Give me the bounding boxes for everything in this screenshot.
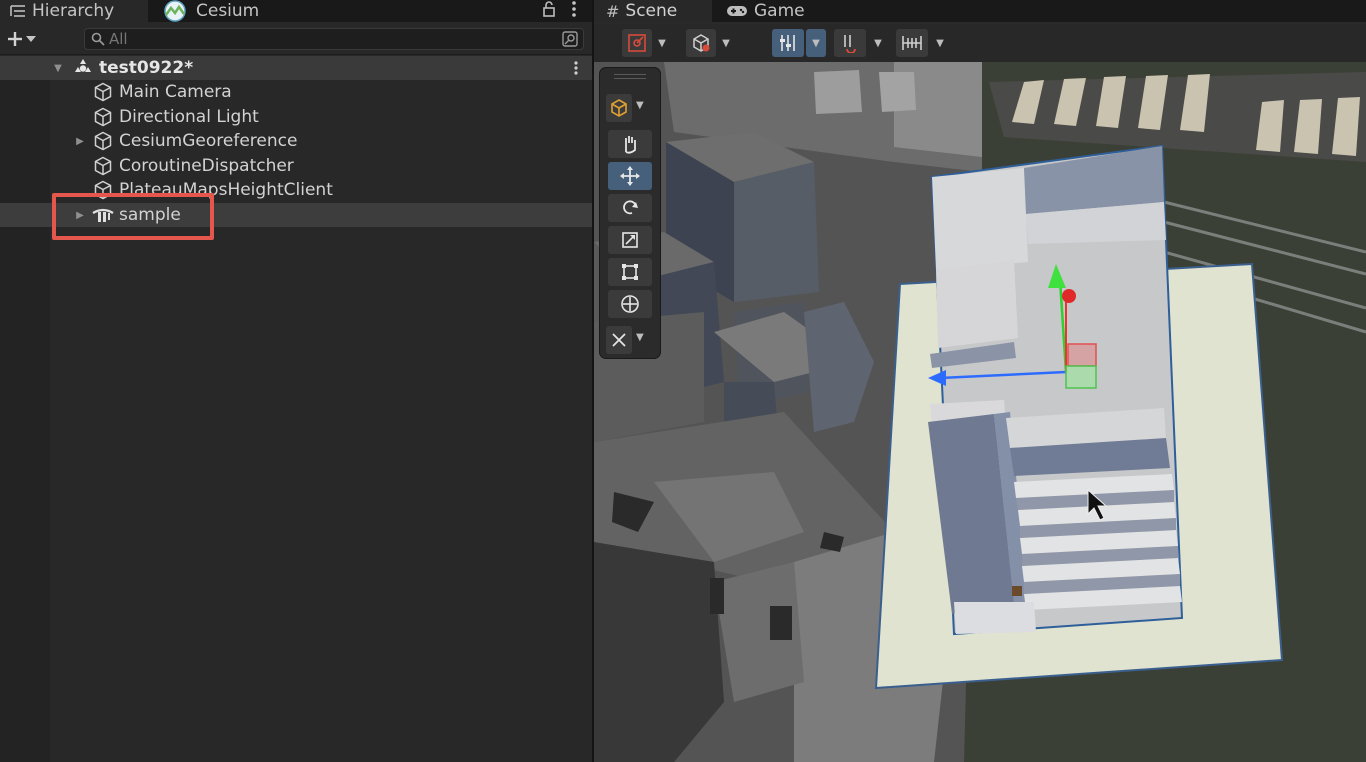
hierarchy-toolbar (0, 24, 592, 55)
hand-icon (625, 136, 636, 154)
expand-arrow-icon[interactable]: ▼ (52, 56, 64, 80)
hierarchy-search-field[interactable] (84, 28, 584, 50)
tool-transform-button[interactable] (608, 290, 652, 318)
tool-rect-button[interactable] (608, 258, 652, 286)
hierarchy-item[interactable]: Directional Light (0, 105, 592, 129)
hierarchy-tab-bar: Hierarchy Cesium (0, 0, 592, 22)
chevron-down-icon[interactable]: ▼ (652, 29, 672, 57)
increment-snap-button[interactable] (834, 29, 866, 57)
expand-arrow-icon[interactable]: ▶ (74, 129, 86, 153)
unity-scene-icon (73, 58, 93, 78)
lock-icon[interactable] (542, 1, 556, 21)
tab-menu-icon[interactable] (572, 1, 576, 21)
chevron-down-icon[interactable]: ▼ (636, 332, 644, 343)
orange-cube-icon (611, 99, 627, 117)
chevron-down-icon[interactable]: ▼ (806, 29, 826, 57)
scene-panel: # Scene Game ▼ ▼ ▼ ▼ ▼ ▼ ▼ (594, 0, 1366, 762)
hierarchy-tree: ▼ test0922* Main Camera Directional Light… (0, 56, 592, 762)
grid-snap-button[interactable] (772, 29, 804, 57)
overlay-drag-handle[interactable] (614, 74, 646, 79)
gameobject-cube-icon (93, 107, 113, 127)
scene-tab-bar: # Scene Game (594, 0, 1366, 22)
hierarchy-panel: Hierarchy Cesium All ▼ test0922* Main Ca… (0, 0, 592, 762)
hierarchy-item[interactable]: Main Camera (0, 80, 592, 104)
expand-arrow-icon[interactable]: ▶ (74, 203, 86, 227)
create-dropdown-button[interactable] (6, 27, 36, 51)
cube-global-icon (693, 34, 710, 52)
chevron-down-icon (26, 36, 36, 42)
hierarchy-item[interactable]: ▶ CesiumGeoreference (0, 129, 592, 153)
scene-menu-icon[interactable] (574, 56, 578, 80)
tab-cesium[interactable]: Cesium (150, 0, 300, 22)
align-icon (902, 36, 922, 50)
hierarchy-item-label: PlateauMapsHeightClient (119, 180, 333, 201)
scene-name: test0922* (99, 58, 194, 78)
gameobject-cube-icon (93, 180, 113, 200)
tab-scene[interactable]: # Scene (594, 0, 712, 22)
tab-hierarchy-label: Hierarchy (32, 1, 115, 21)
gamepad-icon (726, 4, 748, 18)
move-arrows-icon (620, 166, 640, 186)
scale-icon (622, 232, 638, 248)
search-mode-icon[interactable] (559, 29, 581, 49)
scene-tools-overlay: ▼ ▼ (600, 68, 660, 358)
gameobject-cube-icon (93, 82, 113, 102)
plus-icon (8, 32, 22, 46)
tool-custom-button[interactable] (606, 326, 632, 354)
tool-hand-button[interactable] (608, 130, 652, 158)
chevron-down-icon[interactable]: ▼ (868, 29, 888, 57)
tab-cesium-label: Cesium (196, 1, 260, 21)
hierarchy-item[interactable]: PlateauMapsHeightClient (0, 178, 592, 202)
gizmo-pivot-button[interactable] (622, 29, 652, 57)
search-icon (91, 32, 105, 46)
transform-icon (621, 295, 639, 313)
chevron-down-icon[interactable]: ▼ (930, 29, 950, 57)
align-button[interactable] (896, 29, 928, 57)
hierarchy-item-label: CesiumGeoreference (119, 131, 298, 152)
tab-game[interactable]: Game (714, 0, 824, 22)
rotate-icon (623, 200, 638, 215)
increment-snap-icon (844, 35, 856, 53)
global-local-button[interactable] (686, 29, 716, 57)
tool-context-button[interactable] (606, 94, 632, 122)
grid-snap-icon (780, 35, 795, 51)
rect-transform-icon (622, 264, 638, 280)
scene-render (594, 62, 1366, 762)
gameobject-cube-icon (93, 131, 113, 151)
scene-row[interactable]: ▼ test0922* (0, 56, 592, 80)
grid-hash-icon: # (606, 1, 620, 21)
scene-toolbar: ▼ ▼ ▼ ▼ ▼ (594, 24, 1366, 62)
tab-game-label: Game (754, 1, 805, 21)
search-input[interactable] (109, 30, 529, 48)
hierarchy-item-label: Main Camera (119, 82, 232, 102)
cesium-logo-icon (160, 0, 190, 22)
tool-scale-button[interactable] (608, 226, 652, 254)
tab-scene-label: Scene (625, 1, 678, 21)
chevron-down-icon[interactable]: ▼ (716, 29, 736, 57)
hierarchy-item[interactable]: ▶ sample (0, 203, 592, 227)
pivot-icon (628, 34, 646, 52)
hierarchy-item-label: CoroutineDispatcher (119, 155, 294, 176)
chevron-down-icon[interactable]: ▼ (636, 100, 644, 111)
gameobject-cube-icon (93, 156, 113, 176)
custom-tools-icon (612, 333, 626, 347)
hierarchy-list-icon (10, 4, 26, 18)
hierarchy-item-label: sample (119, 205, 181, 225)
tool-rotate-button[interactable] (608, 194, 652, 222)
scene-viewport[interactable]: ▼ ▼ (594, 62, 1366, 762)
hierarchy-item-label: Directional Light (119, 106, 259, 127)
model-prefab-icon (91, 207, 115, 223)
hierarchy-item[interactable]: CoroutineDispatcher (0, 154, 592, 178)
tab-hierarchy[interactable]: Hierarchy (0, 0, 148, 22)
tool-move-button[interactable] (608, 162, 652, 190)
